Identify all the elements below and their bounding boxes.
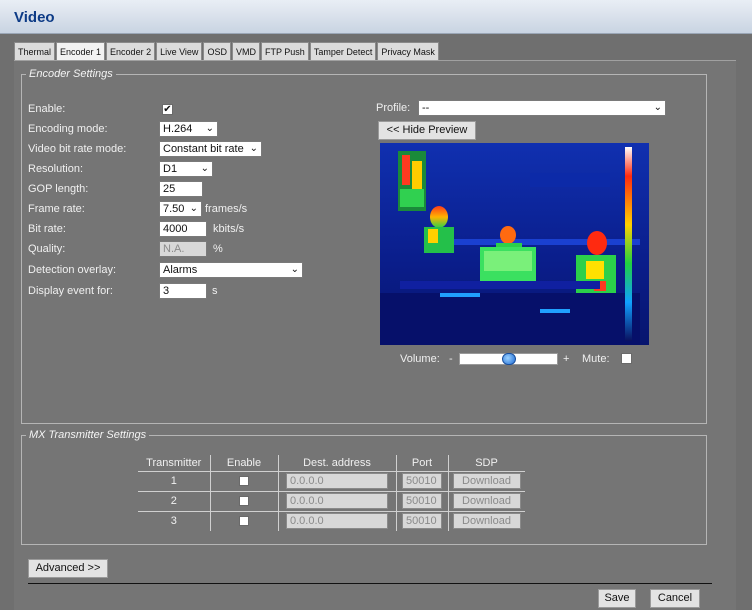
quality-input[interactable]: N.A. [159, 241, 207, 257]
chevron-down-icon: ⌄ [205, 123, 214, 134]
chevron-down-icon: ⌄ [189, 203, 198, 214]
bit-rate-label: Bit rate: [28, 223, 66, 235]
tab-tamper-detect[interactable]: Tamper Detect [309, 42, 377, 60]
gop-length-label: GOP length: [28, 183, 89, 195]
bitrate-mode-value: Constant bit rate [163, 143, 244, 155]
tab-ftp-push[interactable]: FTP Push [260, 42, 309, 60]
table-row: 3 0.0.0.0 50010 Download [138, 511, 525, 531]
encoding-mode-label: Encoding mode: [28, 123, 108, 135]
tab-privacy-mask[interactable]: Privacy Mask [377, 42, 439, 60]
quality-unit: % [213, 243, 223, 255]
footer-divider [28, 583, 712, 584]
dest-address-input[interactable]: 0.0.0.0 [286, 493, 388, 509]
bitrate-mode-label: Video bit rate mode: [28, 143, 127, 155]
sdp-download-button[interactable]: Download [452, 493, 521, 509]
tab-content: Encoder Settings Enable: ✔ Encoding mode… [14, 60, 736, 610]
volume-slider[interactable] [459, 353, 558, 365]
cancel-button[interactable]: Cancel [650, 589, 700, 608]
tab-live-view[interactable]: Live View [156, 42, 203, 60]
encoding-mode-select[interactable]: H.264 ⌄ [159, 121, 218, 137]
window-titlebar: Video [0, 0, 752, 34]
profile-select[interactable]: -- ⌄ [418, 100, 666, 116]
sdp-download-button[interactable]: Download [452, 513, 521, 530]
transmitter-id: 3 [138, 511, 211, 531]
resolution-value: D1 [163, 163, 178, 175]
bitrate-mode-select[interactable]: Constant bit rate ⌄ [159, 141, 262, 157]
port-input[interactable]: 50010 [402, 473, 442, 489]
dest-address-input[interactable]: 0.0.0.0 [286, 473, 388, 489]
port-input[interactable]: 50010 [402, 493, 442, 509]
resolution-label: Resolution: [28, 163, 84, 175]
detection-overlay-value: Alarms [163, 264, 198, 276]
mx-transmitter-legend: MX Transmitter Settings [29, 429, 147, 441]
tab-vmd[interactable]: VMD [231, 42, 260, 60]
col-transmitter: Transmitter [138, 455, 211, 472]
volume-minus-label: - [449, 353, 453, 365]
volume-slider-thumb[interactable] [502, 353, 516, 365]
col-enable: Enable [210, 455, 279, 472]
table-row: 2 0.0.0.0 50010 Download [138, 491, 525, 512]
hide-preview-button[interactable]: << Hide Preview [378, 121, 476, 140]
display-event-unit: s [212, 285, 218, 297]
tab-osd[interactable]: OSD [203, 42, 231, 60]
profile-value: -- [422, 102, 430, 114]
chevron-down-icon: ⌄ [200, 163, 209, 174]
advanced-button[interactable]: Advanced >> [28, 559, 108, 578]
table-header-row: Transmitter Enable Dest. address Port SD… [138, 455, 525, 472]
quality-label: Quality: [28, 243, 66, 255]
enable-label: Enable: [28, 103, 66, 115]
save-button[interactable]: Save [598, 589, 636, 608]
enable-checkbox[interactable]: ✔ [162, 104, 173, 115]
gop-length-input[interactable]: 25 [159, 181, 203, 197]
transmitter-enable-checkbox[interactable] [239, 516, 249, 527]
frame-rate-value: 7.50 [163, 203, 185, 215]
transmitter-enable-checkbox[interactable] [239, 496, 249, 507]
page-title: Video [14, 9, 55, 26]
tab-bar: Thermal Encoder 1 Encoder 2 Live View OS… [14, 42, 439, 60]
sdp-download-button[interactable]: Download [452, 473, 521, 489]
thermal-preview-image [380, 143, 649, 345]
encoder-settings-legend: Encoder Settings [29, 68, 113, 80]
volume-label: Volume: [400, 353, 440, 365]
port-input[interactable]: 50010 [402, 513, 442, 530]
thermal-scene-graphic [380, 143, 649, 345]
detection-overlay-label: Detection overlay: [28, 264, 117, 276]
frame-rate-unit: frames/s [205, 203, 248, 215]
profile-label: Profile: [376, 102, 411, 114]
detection-overlay-select[interactable]: Alarms ⌄ [159, 262, 303, 278]
table-row: 1 0.0.0.0 50010 Download [138, 471, 525, 492]
col-port: Port [396, 455, 449, 472]
tab-thermal[interactable]: Thermal [14, 42, 56, 60]
chevron-down-icon: ⌄ [249, 143, 258, 154]
bit-rate-input[interactable]: 4000 [159, 221, 207, 237]
col-sdp: SDP [448, 455, 525, 472]
col-dest-address: Dest. address [278, 455, 397, 472]
dest-address-input[interactable]: 0.0.0.0 [286, 513, 388, 530]
frame-rate-label: Frame rate: [28, 203, 85, 215]
transmitter-id: 2 [138, 491, 211, 512]
transmitter-id: 1 [138, 471, 211, 492]
bit-rate-unit: kbits/s [213, 223, 245, 235]
mx-transmitter-table: Transmitter Enable Dest. address Port SD… [138, 455, 525, 531]
resolution-select[interactable]: D1 ⌄ [159, 161, 213, 177]
transmitter-enable-checkbox[interactable] [239, 476, 249, 487]
mute-label: Mute: [582, 353, 610, 365]
chevron-down-icon: ⌄ [653, 102, 662, 113]
volume-plus-label: + [563, 353, 570, 365]
chevron-down-icon: ⌄ [290, 264, 299, 275]
frame-rate-select[interactable]: 7.50 ⌄ [159, 201, 202, 217]
mute-checkbox[interactable] [621, 353, 632, 364]
display-event-label: Display event for: [28, 285, 113, 297]
encoding-mode-value: H.264 [163, 123, 193, 135]
tab-encoder-1[interactable]: Encoder 1 [56, 42, 106, 60]
tab-encoder-2[interactable]: Encoder 2 [106, 42, 156, 60]
display-event-input[interactable]: 3 [159, 283, 207, 299]
